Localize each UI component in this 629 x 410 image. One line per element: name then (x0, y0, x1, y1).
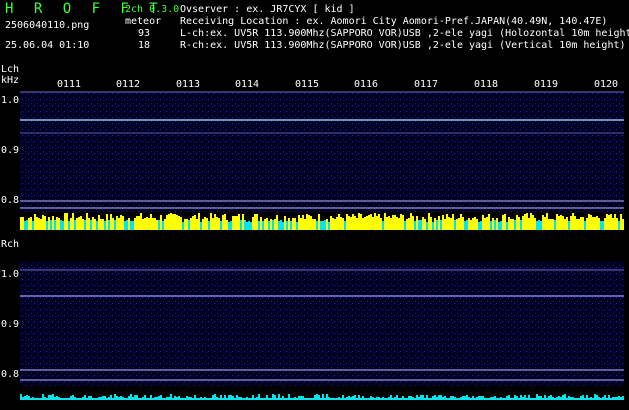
rch-level-meter (20, 394, 624, 400)
rch-waterfall (20, 262, 624, 386)
lch-level-meter (20, 213, 624, 230)
spectrogram-canvas (20, 91, 624, 400)
lch-waterfall (20, 91, 624, 212)
